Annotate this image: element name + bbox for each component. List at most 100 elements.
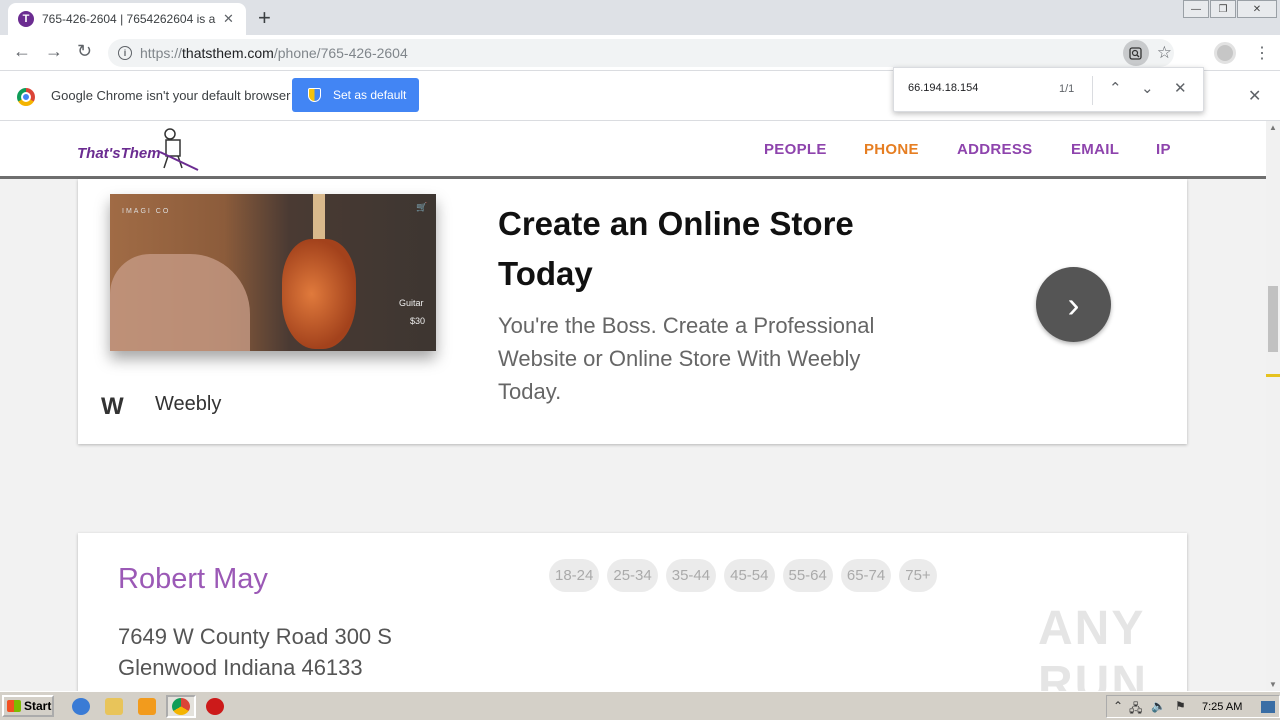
start-label: Start	[24, 699, 52, 713]
weebly-logo-icon: W	[101, 393, 124, 420]
ad-image-price: $30	[410, 316, 426, 326]
new-tab-icon[interactable]: +	[258, 5, 271, 31]
cart-icon: 🛒	[416, 202, 428, 212]
network-icon[interactable]: 🖧	[1129, 699, 1142, 720]
ad-image-hand	[110, 254, 250, 351]
nav-address[interactable]: ADDRESS	[957, 141, 1032, 158]
ad-image-brand: IMAGI CO	[122, 208, 171, 215]
restore-icon[interactable]: ❐	[1210, 0, 1236, 18]
address-line-1: 7649 W County Road 300 S	[118, 624, 392, 649]
ad-image-product: Guitar	[399, 298, 424, 308]
shield-icon	[308, 88, 321, 102]
set-as-default-button[interactable]: Set as default	[292, 78, 419, 112]
volume-icon[interactable]: 🔈	[1151, 699, 1166, 713]
minimize-icon[interactable]: —	[1183, 0, 1209, 18]
windows-logo-icon	[7, 700, 21, 712]
weebly-ad-card[interactable]: IMAGI CO 🛒 Guitar $30 W Weebly Create an…	[78, 179, 1187, 444]
age-pill: 55-64	[782, 559, 833, 592]
forward-icon[interactable]: →	[45, 41, 63, 62]
address-bar[interactable]: i https://thatsthem.com/phone/765-426-26…	[108, 39, 1174, 67]
nav-email-label: EMAIL	[1071, 141, 1120, 158]
age-pill: 45-54	[724, 559, 775, 592]
url-text[interactable]: https://thatsthem.com/phone/765-426-2604	[140, 45, 408, 61]
page-scrollbar[interactable]: ▲ ▼	[1266, 121, 1280, 691]
reload-icon[interactable]: ↻	[77, 41, 92, 62]
nav-ip-label: IP	[1156, 141, 1171, 158]
window-close-icon[interactable]: ✕	[1237, 0, 1277, 18]
ad-image-guitar-body	[282, 239, 356, 349]
address-line-2: Glenwood Indiana 46133	[118, 655, 363, 680]
url-path: /phone/765-426-2604	[273, 45, 408, 61]
person-name[interactable]: Robert May	[118, 563, 268, 596]
bookmark-star-icon[interactable]: ☆	[1157, 43, 1172, 63]
nav-address-label: ADDRESS	[957, 141, 1033, 158]
find-divider	[1092, 76, 1093, 105]
infobar-close-icon[interactable]: ✕	[1248, 86, 1261, 106]
scroll-down-icon[interactable]: ▼	[1269, 680, 1277, 689]
infobar-message: Google Chrome isn't your default browser	[51, 88, 291, 103]
ad-arrow-button[interactable]: ›	[1036, 267, 1111, 342]
ad-image[interactable]: IMAGI CO 🛒 Guitar $30	[110, 194, 436, 351]
nav-people-label: PEOPLE	[764, 141, 827, 158]
set-as-default-label: Set as default	[333, 88, 407, 102]
nav-phone-label: PHONE	[864, 141, 919, 158]
ad-headline[interactable]: Create an Online Store Today	[498, 199, 918, 299]
advertiser-name: Weebly	[155, 393, 222, 415]
folder-icon[interactable]	[105, 698, 123, 715]
age-pill: 65-74	[840, 559, 892, 592]
find-in-page-icon[interactable]	[1122, 40, 1149, 66]
find-close-icon[interactable]: ✕	[1174, 79, 1187, 97]
scroll-up-icon[interactable]: ▲	[1269, 123, 1277, 132]
window-controls: — ❐ ✕	[1182, 0, 1277, 18]
find-next-icon[interactable]: ⌄	[1141, 79, 1154, 97]
back-icon[interactable]: ←	[13, 41, 31, 62]
url-host: thatsthem.com	[182, 45, 274, 61]
age-pill: 75+	[899, 559, 937, 592]
age-range-list: 18-24 25-34 35-44 45-54 55-64 65-74 75+	[549, 559, 937, 592]
omnibox-actions: ☆	[1122, 39, 1174, 67]
site-favicon-icon: T	[18, 11, 34, 27]
nav-phone[interactable]: PHONE	[864, 141, 919, 158]
page-viewport: That'sThem PEOPLE PHONE ADDRESS EMAIL IP…	[0, 121, 1266, 691]
scroll-thumb[interactable]	[1268, 286, 1278, 352]
tray-expand-icon[interactable]: ⌃	[1113, 699, 1123, 713]
find-bar: 66.194.18.154 1/1 ⌃ ⌄ ✕	[893, 67, 1204, 112]
nav-email[interactable]: EMAIL	[1071, 141, 1119, 158]
url-scheme: https://	[140, 45, 183, 61]
flag-icon[interactable]: ⚑	[1175, 699, 1186, 713]
site-header: That'sThem PEOPLE PHONE ADDRESS EMAIL IP	[0, 121, 1266, 179]
age-pill: 18-24	[549, 559, 600, 592]
anyrun-watermark: ANY RUN	[1038, 602, 1148, 691]
site-info-icon[interactable]: i	[118, 46, 132, 60]
nav-ip[interactable]: IP	[1156, 141, 1171, 158]
system-tray: ⌃ 🖧 🔈 ⚑ 7:25 AM	[1106, 695, 1280, 718]
age-pill: 35-44	[665, 559, 717, 592]
find-input[interactable]: 66.194.18.154	[908, 82, 978, 94]
find-prev-icon[interactable]: ⌃	[1109, 79, 1122, 97]
show-desktop-icon[interactable]	[1261, 701, 1275, 713]
chrome-taskbar-icon	[172, 698, 190, 715]
windows-taskbar: Start ⌃ 🖧 🔈 ⚑ 7:25 AM	[0, 691, 1280, 720]
logo-figure-icon	[159, 128, 199, 171]
clock: 7:25 AM	[1202, 701, 1243, 713]
media-player-icon[interactable]	[138, 698, 156, 715]
tab-strip: T 765-426-2604 | 7654262604 is a Mo ✕ + …	[0, 0, 1280, 35]
opera-icon[interactable]	[206, 698, 224, 715]
browser-menu-icon[interactable]: ⋮	[1254, 43, 1270, 63]
profile-avatar-icon[interactable]	[1214, 42, 1236, 64]
ad-body: You're the Boss. Create a Professional W…	[498, 313, 875, 404]
chrome-logo-icon	[17, 88, 35, 106]
tab-title: 765-426-2604 | 7654262604 is a Mo	[42, 12, 217, 26]
find-match-count: 1/1	[1059, 83, 1075, 95]
tab-close-icon[interactable]: ✕	[223, 11, 234, 27]
person-address: 7649 W County Road 300 S Glenwood Indian…	[118, 621, 392, 683]
browser-tab[interactable]: T 765-426-2604 | 7654262604 is a Mo ✕	[8, 3, 246, 35]
age-pill: 25-34	[607, 559, 658, 592]
taskbar-chrome-active[interactable]	[166, 695, 196, 718]
site-logo[interactable]: That'sThem	[77, 145, 161, 162]
nav-people[interactable]: PEOPLE	[764, 141, 827, 158]
find-result-marker	[1266, 374, 1280, 377]
ie-icon[interactable]	[72, 698, 90, 715]
start-button[interactable]: Start	[2, 695, 54, 717]
person-result-card: Robert May 18-24 25-34 35-44 45-54 55-64…	[78, 533, 1187, 691]
